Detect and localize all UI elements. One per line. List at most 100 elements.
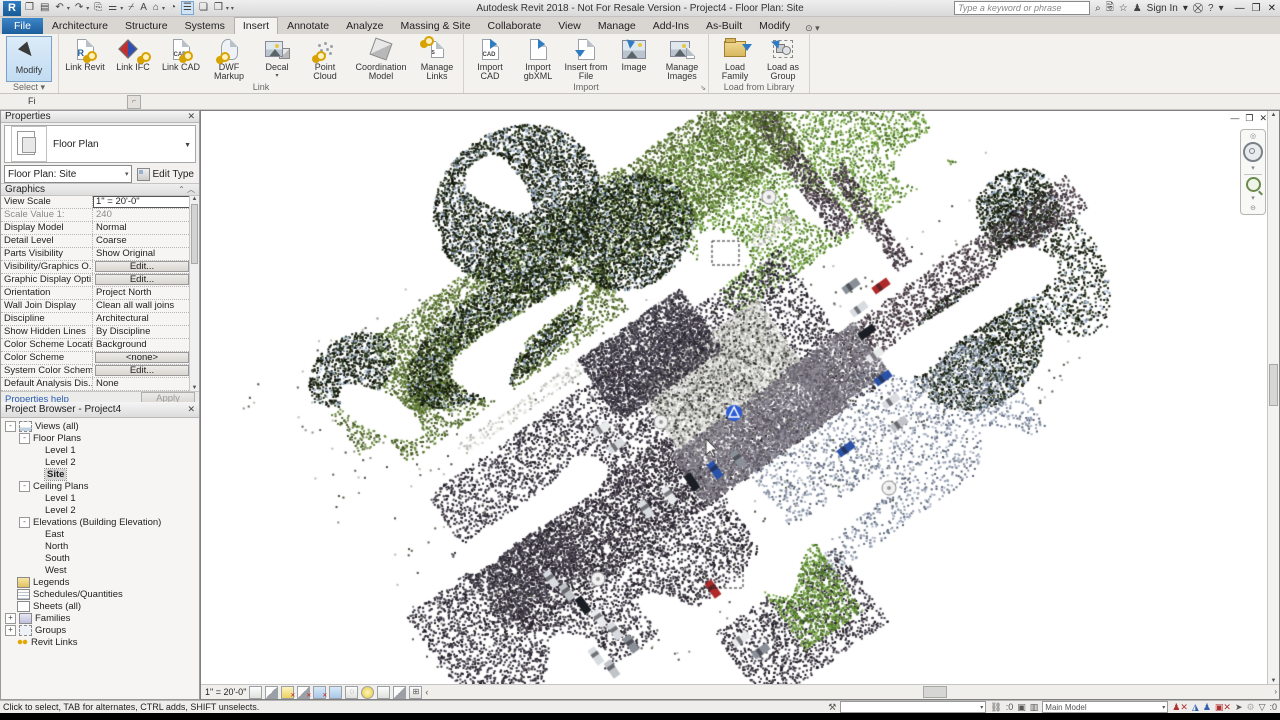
tab-collaborate[interactable]: Collaborate bbox=[480, 18, 550, 34]
save-icon[interactable]: ▤ bbox=[39, 2, 50, 14]
favorites-icon[interactable]: ☆ bbox=[1119, 3, 1128, 14]
tree-item-east[interactable]: East bbox=[5, 528, 199, 540]
type-selector-dropdown-icon[interactable]: ▼ bbox=[184, 142, 191, 149]
tab-file[interactable]: File bbox=[2, 18, 43, 34]
edit-type-button[interactable]: Edit Type bbox=[135, 168, 196, 181]
text-icon[interactable]: A bbox=[139, 2, 148, 14]
tab-architecture[interactable]: Architecture bbox=[44, 18, 116, 34]
property-row[interactable]: Detail LevelCoarse bbox=[1, 235, 199, 248]
design-options-icon[interactable]: ▣ bbox=[1017, 702, 1026, 712]
collapse-icon[interactable]: - bbox=[19, 481, 30, 492]
collapse-icon[interactable]: - bbox=[19, 433, 30, 444]
property-row[interactable]: DisciplineArchitectural bbox=[1, 313, 199, 326]
property-row[interactable]: Visibility/Graphics O...Edit... bbox=[1, 261, 199, 274]
exclude-options-icon[interactable]: ▣✕ bbox=[1215, 702, 1231, 712]
tree-item-legends[interactable]: Legends bbox=[5, 576, 199, 588]
reveal-hidden-elements-icon[interactable] bbox=[361, 686, 374, 699]
property-row[interactable]: Graphic Display Opti...Edit... bbox=[1, 274, 199, 287]
tree-item-ceiling-level1[interactable]: Level 1 bbox=[5, 492, 199, 504]
import-gbxml-button[interactable]: Import gbXML bbox=[514, 35, 562, 82]
point-cloud-button[interactable]: Point Cloud bbox=[301, 35, 349, 82]
sign-in-label[interactable]: Sign In bbox=[1147, 3, 1178, 14]
customize-qat-icon[interactable]: ▾ bbox=[231, 5, 234, 12]
expand-icon[interactable]: + bbox=[5, 625, 16, 636]
tree-item-south[interactable]: South bbox=[5, 552, 199, 564]
tab-analyze[interactable]: Analyze bbox=[338, 18, 391, 34]
active-only-icon[interactable]: ▥ bbox=[1030, 702, 1039, 712]
tab-structure[interactable]: Structure bbox=[117, 18, 176, 34]
tree-item-floor-plans[interactable]: -Floor Plans bbox=[5, 432, 199, 444]
redo-dropdown-icon[interactable]: ▾ bbox=[86, 5, 89, 12]
print-icon[interactable]: ⎘ bbox=[93, 2, 103, 14]
tree-item-revit-links[interactable]: Revit Links bbox=[5, 636, 199, 648]
collapse-icon[interactable]: - bbox=[5, 421, 16, 432]
tree-item-north[interactable]: North bbox=[5, 540, 199, 552]
borrowers-icon[interactable]: ♟ bbox=[1203, 702, 1211, 712]
expand-icon[interactable]: + bbox=[5, 613, 16, 624]
tab-massing-site[interactable]: Massing & Site bbox=[393, 18, 479, 34]
tree-item-families[interactable]: +Families bbox=[5, 612, 199, 624]
search-icon[interactable]: ⌕ bbox=[1095, 3, 1101, 14]
graphics-section-header[interactable]: Graphics⌃ ︿ bbox=[1, 183, 199, 196]
link-ifc-button[interactable]: Link IFC bbox=[109, 35, 157, 73]
sign-in-icon[interactable]: ♟ bbox=[1133, 3, 1142, 14]
communication-center-icon[interactable]: 🗟 bbox=[1106, 0, 1114, 17]
property-row[interactable]: OrientationProject North bbox=[1, 287, 199, 300]
help-dropdown-icon[interactable]: ▾ bbox=[1219, 3, 1224, 14]
editing-requests-icon[interactable]: ⛓ bbox=[990, 702, 1001, 712]
measure-dropdown-icon[interactable]: ▾ bbox=[120, 5, 123, 12]
section-icon[interactable]: ◔ bbox=[169, 2, 177, 14]
tree-item-sheets[interactable]: Sheets (all) bbox=[5, 600, 199, 612]
properties-header[interactable]: Properties ✕ bbox=[1, 111, 199, 123]
project-browser-close-icon[interactable]: ✕ bbox=[187, 404, 195, 415]
show-crop-region-icon[interactable] bbox=[329, 686, 342, 699]
zoom-dropdown-icon[interactable]: ▾ bbox=[1251, 194, 1255, 202]
reveal-constraints-icon[interactable]: ⊞ bbox=[409, 686, 422, 699]
crop-view-icon[interactable] bbox=[313, 686, 326, 699]
tab-systems[interactable]: Systems bbox=[177, 18, 233, 34]
navbar-options-icon[interactable]: ◎ bbox=[1250, 132, 1256, 140]
wheel-dropdown-icon[interactable]: ▾ bbox=[1251, 164, 1255, 172]
exchange-apps-icon[interactable]: ⛒ bbox=[1193, 3, 1203, 14]
undo-icon[interactable]: ↶ bbox=[54, 2, 64, 14]
dwf-markup-button[interactable]: DWF Markup bbox=[205, 35, 253, 82]
tree-item-level2[interactable]: Level 2 bbox=[5, 456, 199, 468]
worksets-icon[interactable]: ⚒ bbox=[828, 702, 836, 712]
worksharing-display-icon[interactable] bbox=[393, 686, 406, 699]
design-options-select[interactable]: Main Model▾ bbox=[1042, 701, 1168, 713]
collapse-icon[interactable]: - bbox=[19, 517, 30, 528]
scroll-right-icon[interactable]: › bbox=[1274, 687, 1277, 696]
property-row[interactable]: Default Analysis Dis...None bbox=[1, 378, 199, 391]
sign-in-dropdown-icon[interactable]: ▾ bbox=[1183, 3, 1188, 14]
tree-item-ceiling-plans[interactable]: -Ceiling Plans bbox=[5, 480, 199, 492]
tree-item-level1[interactable]: Level 1 bbox=[5, 444, 199, 456]
view-restore-icon[interactable]: ❐ bbox=[1245, 113, 1253, 124]
tab-modify[interactable]: Modify bbox=[751, 18, 798, 34]
vcb-collapse-icon[interactable]: ‹ bbox=[425, 687, 428, 697]
property-row[interactable]: System Color Schem...Edit... bbox=[1, 365, 199, 378]
modify-button[interactable]: Modify bbox=[6, 36, 52, 82]
release-worksets-icon[interactable]: ♟✕ bbox=[1172, 702, 1188, 712]
coordination-model-button[interactable]: Coordination Model bbox=[349, 35, 413, 82]
thin-lines-icon[interactable]: ☰ bbox=[181, 1, 194, 15]
scroll-up-icon[interactable]: ▲ bbox=[1268, 112, 1279, 118]
sun-path-icon[interactable] bbox=[281, 686, 294, 699]
open-icon[interactable]: ❐ bbox=[24, 2, 35, 14]
shadows-icon[interactable] bbox=[297, 686, 310, 699]
temporary-hide-isolate-icon[interactable]: ◌ bbox=[345, 686, 358, 699]
search-input[interactable]: Type a keyword or phrase bbox=[954, 1, 1090, 15]
insert-from-file-button[interactable]: Insert from File bbox=[562, 35, 610, 82]
options-bar-button[interactable]: ⌐ bbox=[127, 95, 141, 109]
help-icon[interactable]: ? bbox=[1208, 3, 1214, 14]
property-row[interactable]: Show Hidden LinesBy Discipline bbox=[1, 326, 199, 339]
property-row[interactable]: Parts VisibilityShow Original bbox=[1, 248, 199, 261]
drawing-area[interactable]: — ❐ ✕ ◎ ▾ ▾ ⊖ ▲ ▼ 1" = 20'-0" bbox=[200, 110, 1280, 700]
manage-images-button[interactable]: Manage Images bbox=[658, 35, 706, 82]
import-cad-button[interactable]: CAD Import CAD bbox=[466, 35, 514, 82]
worksets-select[interactable]: ▾ bbox=[840, 701, 986, 713]
property-row[interactable]: Color Scheme<none> bbox=[1, 352, 199, 365]
ribbon-display-toggle-icon[interactable]: ⊙ ▾ bbox=[805, 23, 820, 34]
load-family-button[interactable]: Load Family bbox=[711, 35, 759, 82]
view-close-icon[interactable]: ✕ bbox=[1259, 113, 1267, 124]
tree-item-elevations[interactable]: -Elevations (Building Elevation) bbox=[5, 516, 199, 528]
